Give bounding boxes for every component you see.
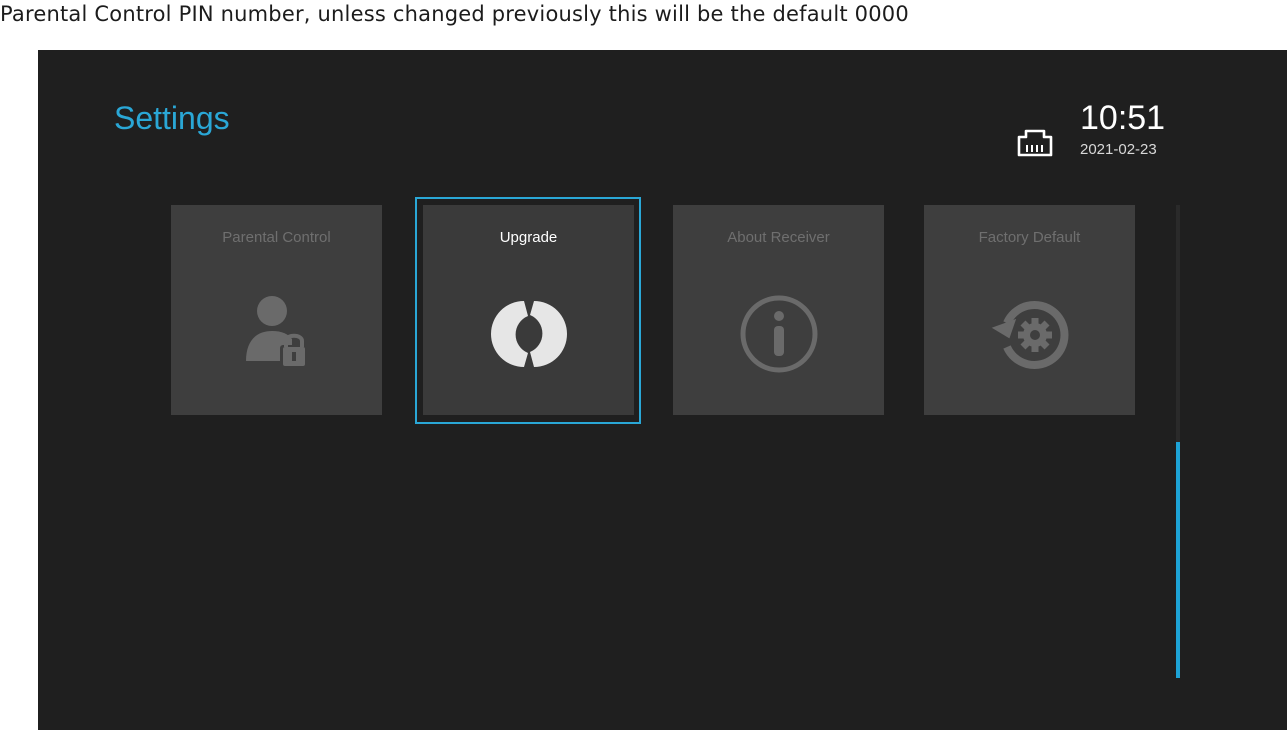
restore-settings-icon [991, 301, 1068, 369]
tile-label: Parental Control [222, 229, 331, 246]
user-lock-icon [245, 296, 308, 369]
refresh-icon [490, 301, 567, 367]
page-title: Settings [114, 100, 230, 136]
tile-upgrade[interactable]: Upgrade [423, 205, 634, 415]
tile-label: About Receiver [727, 229, 830, 246]
clock-date: 2021-02-23 [1080, 141, 1157, 158]
ethernet-port-icon [1017, 129, 1053, 157]
tile-about-receiver[interactable]: About Receiver [673, 205, 884, 415]
scrollbar-track[interactable] [1176, 205, 1180, 678]
tv-settings-screen: Settings 10:51 2021-02-23 Parental Contr… [38, 50, 1287, 730]
scrollbar-thumb[interactable] [1176, 441, 1180, 678]
tile-parental-control[interactable]: Parental Control [171, 205, 382, 415]
tile-factory-default[interactable]: Factory Default [924, 205, 1135, 415]
tile-label: Factory Default [978, 229, 1081, 246]
info-icon [740, 295, 817, 373]
tile-label: Upgrade [499, 229, 558, 246]
instruction-caption: Parental Control PIN number, unless chan… [0, 0, 1287, 50]
clock-time: 10:51 [1080, 99, 1166, 137]
